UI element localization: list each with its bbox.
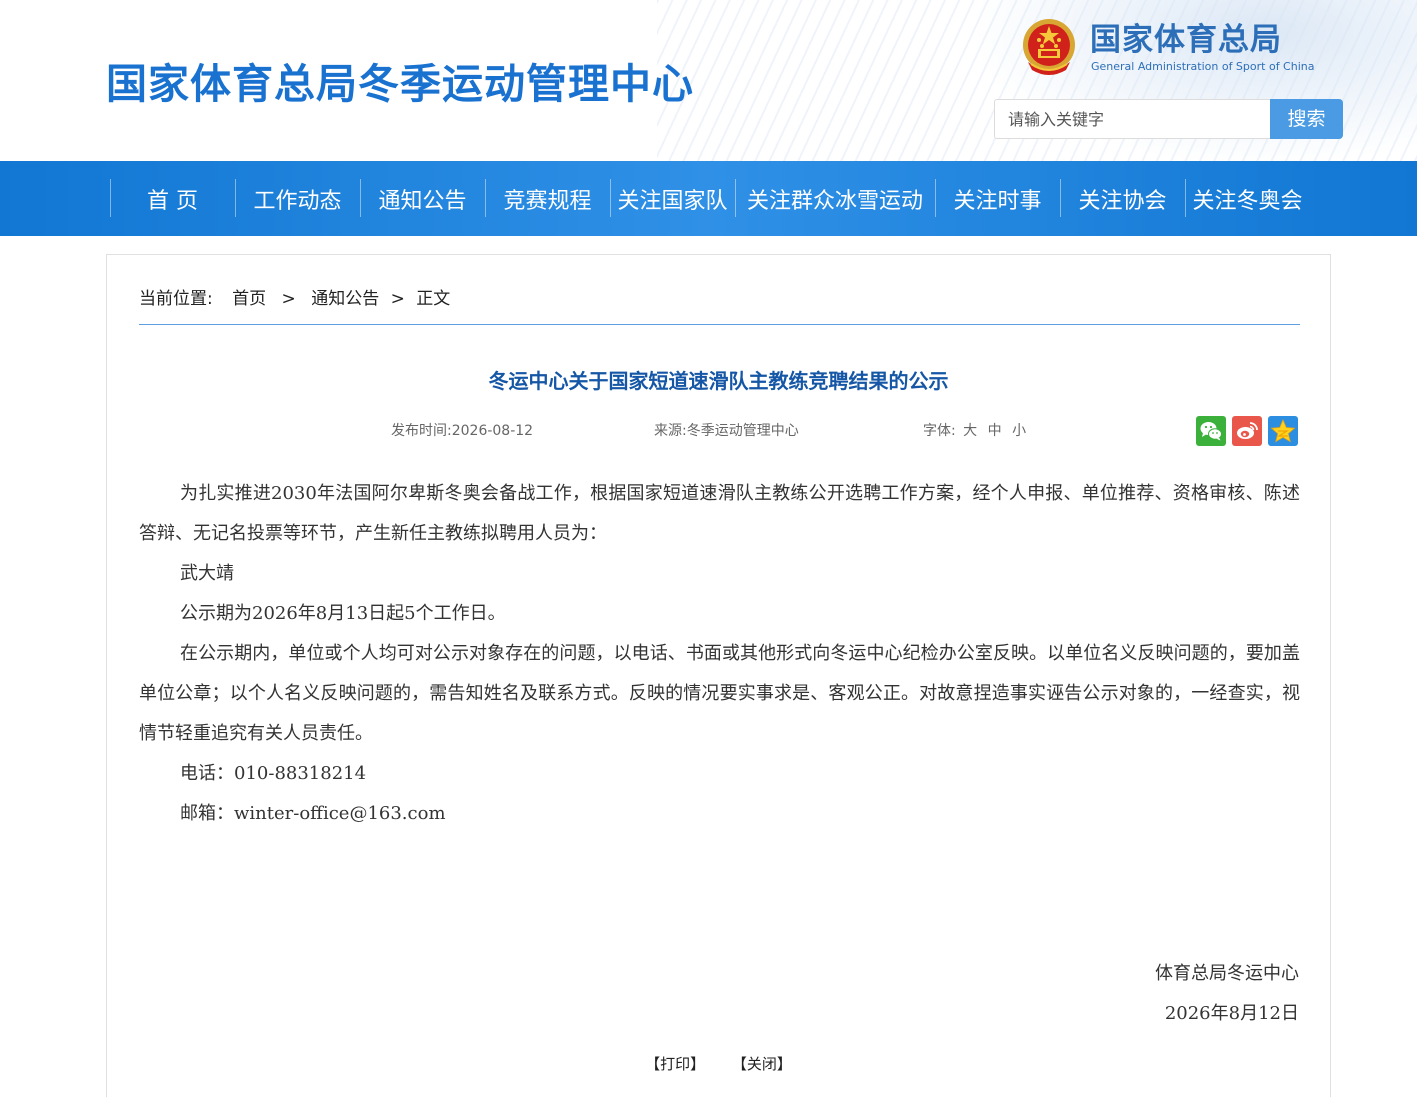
breadcrumb-current: 正文 (416, 289, 451, 309)
nav-item-associations[interactable]: 关注协会 (1060, 161, 1185, 236)
nav-item-national-team[interactable]: 关注国家队 (610, 161, 735, 236)
signature-organization: 体育总局冬运中心 (1155, 963, 1299, 984)
font-size-small[interactable]: 小 (1012, 423, 1026, 439)
share-buttons (1196, 416, 1298, 446)
breadcrumb-divider (139, 324, 1300, 325)
main-nav: 首 页 工作动态 通知公告 竞赛规程 关注国家队 关注群众冰雪运动 关注时事 关… (0, 161, 1417, 236)
contact-email: 邮箱：winter-office@163.com (180, 803, 446, 824)
nav-item-mass-ice-snow[interactable]: 关注群众冰雪运动 (735, 161, 935, 236)
nav-item-work-news[interactable]: 工作动态 (235, 161, 360, 236)
nav-item-home[interactable]: 首 页 (110, 161, 235, 236)
article-paragraph: 在公示期内，单位或个人均可对公示对象存在的问题，以电话、书面或其他形式向冬运中心… (139, 643, 1300, 744)
nav-item-winter-olympics[interactable]: 关注冬奥会 (1185, 161, 1310, 236)
search-bar: 搜索 (994, 99, 1343, 139)
article-paragraph: 武大靖 (180, 563, 234, 584)
nav-item-notices[interactable]: 通知公告 (360, 161, 485, 236)
search-button[interactable]: 搜索 (1270, 99, 1343, 139)
article-body: 为扎实推进2030年法国阿尔卑斯冬奥会备战工作，根据国家短道速滑队主教练公开选聘… (139, 474, 1300, 834)
font-size-switcher: 字体: 大 中 小 (923, 421, 1026, 441)
breadcrumb-notices-link[interactable]: 通知公告 (311, 287, 379, 311)
wechat-icon[interactable] (1196, 416, 1226, 446)
site-title[interactable]: 国家体育总局冬季运动管理中心 (106, 58, 694, 110)
site-header: 国家体育总局冬季运动管理中心 国家体育总局 General Administra… (0, 0, 1417, 161)
article-paragraph: 为扎实推进2030年法国阿尔卑斯冬奥会备战工作，根据国家短道速滑队主教练公开选聘… (139, 483, 1300, 544)
article-container: 当前位置: 首页 > 通知公告 > 正文 冬运中心关于国家短道速滑队主教练竞聘结… (106, 254, 1331, 1097)
national-emblem-icon (1023, 19, 1075, 75)
close-button[interactable]: 【关闭】 (732, 1053, 792, 1074)
article-title: 冬运中心关于国家短道速滑队主教练竞聘结果的公示 (488, 369, 949, 393)
font-size-label: 字体: (923, 423, 956, 439)
publish-time: 发布时间:2026-08-12 (391, 423, 534, 439)
nav-item-current-affairs[interactable]: 关注时事 (935, 161, 1060, 236)
breadcrumb-separator: > (281, 289, 296, 309)
breadcrumb-label: 当前位置: (139, 289, 213, 309)
font-size-medium[interactable]: 中 (988, 423, 1002, 439)
breadcrumb: 当前位置: 首页 > 通知公告 > 正文 (139, 287, 450, 311)
article-signature: 体育总局冬运中心 2026年8月12日 (1155, 954, 1299, 1034)
logo-english-text: General Administration of Sport of China (1091, 60, 1315, 73)
font-size-large[interactable]: 大 (963, 423, 977, 439)
breadcrumb-home-link[interactable]: 首页 (232, 287, 266, 311)
search-input[interactable] (994, 99, 1272, 139)
print-button[interactable]: 【打印】 (645, 1053, 705, 1074)
qzone-icon[interactable] (1268, 416, 1298, 446)
signature-date: 2026年8月12日 (1164, 1003, 1299, 1024)
weibo-icon[interactable] (1232, 416, 1262, 446)
article-paragraph: 公示期为2026年8月13日起5个工作日。 (180, 603, 506, 624)
breadcrumb-separator: > (390, 289, 405, 309)
article-actions: 【打印】 【关闭】 (107, 1053, 1330, 1074)
nav-item-competition-rules[interactable]: 竞赛规程 (485, 161, 610, 236)
contact-phone: 电话：010-88318214 (180, 763, 367, 784)
logo-chinese-text: 国家体育总局 (1090, 22, 1282, 58)
article-source: 来源:冬季运动管理中心 (654, 423, 799, 439)
